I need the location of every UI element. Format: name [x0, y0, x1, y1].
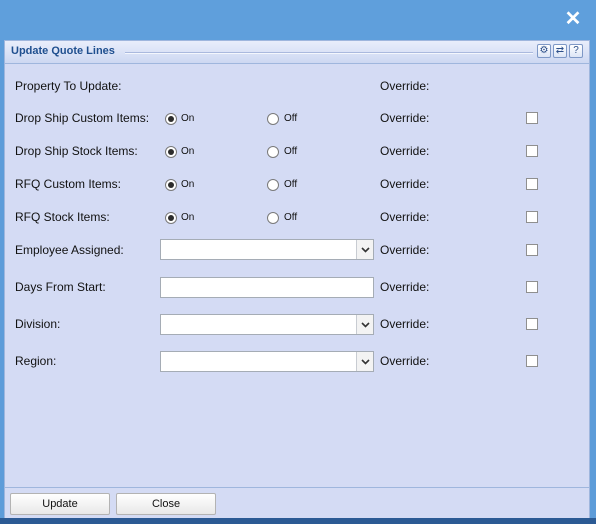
rfq-stock-override-checkbox[interactable] [526, 211, 538, 223]
drop-ship-stock-on-radio[interactable] [165, 146, 177, 158]
drop-ship-stock-off-label: Off [284, 146, 298, 157]
property-to-update-label: Property To Update: [15, 79, 122, 93]
override-label: Override: [380, 111, 430, 125]
rfq-custom-off-radio[interactable] [267, 179, 279, 191]
override-label: Override: [380, 354, 430, 368]
drop-ship-stock-items-label: Drop Ship Stock Items: [15, 144, 138, 158]
division-label: Division: [15, 317, 61, 331]
rfq-custom-off-label: Off [284, 179, 298, 190]
override-label: Override: [380, 280, 430, 294]
employee-assigned-override-checkbox[interactable] [526, 244, 538, 256]
drop-ship-custom-off-radio[interactable] [267, 113, 279, 125]
drop-ship-custom-items-label: Drop Ship Custom Items: [15, 111, 150, 125]
rfq-stock-on-radio[interactable] [165, 212, 177, 224]
help-icon[interactable]: ? [569, 44, 583, 58]
rfq-custom-on-label: On [181, 179, 195, 190]
drop-ship-custom-off-label: Off [284, 113, 298, 124]
drop-ship-custom-override-checkbox[interactable] [526, 112, 538, 124]
drop-ship-custom-on-label: On [181, 113, 195, 124]
override-label: Override: [380, 210, 430, 224]
division-select[interactable] [160, 314, 374, 335]
title-divider [125, 52, 533, 54]
override-header-label: Override: [380, 79, 430, 93]
drop-ship-stock-override-checkbox[interactable] [526, 145, 538, 157]
override-label: Override: [380, 144, 430, 158]
rfq-stock-items-label: RFQ Stock Items: [15, 210, 110, 224]
drop-ship-custom-on-radio[interactable] [165, 113, 177, 125]
gear-icon[interactable]: ⚙ [537, 44, 551, 58]
rfq-custom-override-checkbox[interactable] [526, 178, 538, 190]
dialog-titlebar: Update Quote Lines ⚙ ⇄ ? [5, 41, 589, 64]
close-button[interactable]: Close [116, 493, 216, 515]
dialog-title: Update Quote Lines [11, 45, 115, 57]
employee-assigned-select[interactable] [160, 239, 374, 260]
dialog-footer: Update Close [5, 487, 589, 518]
chevron-down-icon[interactable] [356, 315, 373, 334]
drop-ship-stock-off-radio[interactable] [267, 146, 279, 158]
drop-ship-stock-on-label: On [181, 146, 195, 157]
region-override-checkbox[interactable] [526, 355, 538, 367]
days-from-start-input[interactable] [160, 277, 374, 298]
division-override-checkbox[interactable] [526, 318, 538, 330]
chevron-down-icon[interactable] [356, 352, 373, 371]
rfq-custom-items-label: RFQ Custom Items: [15, 177, 122, 191]
rfq-stock-on-label: On [181, 212, 195, 223]
override-label: Override: [380, 177, 430, 191]
refresh-icon[interactable]: ⇄ [553, 44, 567, 58]
rfq-stock-off-radio[interactable] [267, 212, 279, 224]
chevron-down-icon[interactable] [356, 240, 373, 259]
update-quote-lines-dialog: Update Quote Lines ⚙ ⇄ ? Property To Upd… [4, 40, 590, 518]
region-select[interactable] [160, 351, 374, 372]
update-button[interactable]: Update [10, 493, 110, 515]
close-icon[interactable]: ✕ [564, 9, 582, 29]
override-label: Override: [380, 243, 430, 257]
region-label: Region: [15, 354, 57, 368]
override-label: Override: [380, 317, 430, 331]
days-from-start-override-checkbox[interactable] [526, 281, 538, 293]
rfq-stock-off-label: Off [284, 212, 298, 223]
days-from-start-label: Days From Start: [15, 280, 106, 294]
background-strip [0, 518, 596, 524]
rfq-custom-on-radio[interactable] [165, 179, 177, 191]
employee-assigned-label: Employee Assigned: [15, 243, 124, 257]
window-chrome [0, 0, 596, 40]
